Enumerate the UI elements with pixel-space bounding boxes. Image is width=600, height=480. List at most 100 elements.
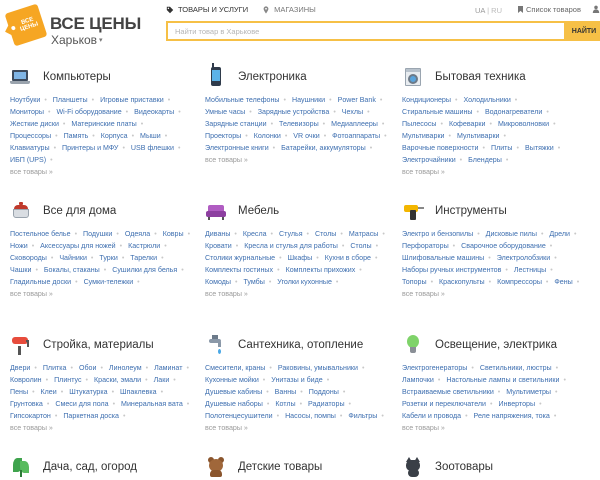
subcategory-link[interactable]: Паркетная доска — [63, 412, 119, 420]
wishlist-link[interactable]: Список товаров — [518, 5, 581, 14]
subcategory-link[interactable]: Ламинат — [154, 364, 182, 372]
subcategory-link[interactable]: Сумки-тележки — [84, 278, 134, 286]
subcategory-link[interactable]: Микроволновки — [498, 120, 549, 128]
subcategory-link[interactable]: Зарядные устройства — [258, 108, 330, 116]
subcategory-link[interactable]: Блендеры — [468, 156, 502, 164]
subcategory-link[interactable]: Встраиваемые светильники — [402, 388, 494, 396]
subcategory-link[interactable]: Кастрюли — [128, 242, 160, 250]
subcategory-link[interactable]: Память — [64, 132, 89, 140]
lang-ua[interactable]: UA — [475, 6, 485, 15]
subcategory-link[interactable]: Видеокарты — [134, 108, 174, 116]
subcategory-link[interactable]: Душевые наборы — [205, 400, 263, 408]
subcategory-link[interactable]: Корпуса — [101, 132, 128, 140]
subcategory-link[interactable]: Плинтус — [54, 376, 81, 384]
cat-icon[interactable] — [402, 456, 424, 478]
light-bulb-icon[interactable] — [402, 334, 424, 356]
search-button[interactable]: НАЙТИ — [564, 21, 600, 41]
subcategory-link[interactable]: Телевизоры — [279, 120, 319, 128]
category-title[interactable]: Бытовая техника — [435, 71, 526, 83]
subcategory-link[interactable]: Медиаплееры — [331, 120, 378, 128]
subcategory-link[interactable]: Клеи — [41, 388, 57, 396]
subcategory-link[interactable]: Кухонные мойки — [205, 376, 259, 384]
subcategory-link[interactable]: Шкафы — [288, 254, 313, 262]
subcategory-link[interactable]: Ковролин — [10, 376, 42, 384]
user-icon[interactable] — [592, 5, 600, 13]
category-title[interactable]: Мебель — [238, 205, 279, 217]
subcategory-link[interactable]: Фотоаппараты — [332, 132, 380, 140]
subcategory-link[interactable]: Полотенцесушители — [205, 412, 273, 420]
category-title[interactable]: Зоотовары — [435, 461, 493, 473]
subcategory-link[interactable]: Ковры — [163, 230, 184, 238]
subcategory-link[interactable]: Колонки — [254, 132, 281, 140]
search-input[interactable] — [168, 23, 564, 39]
subcategory-link[interactable]: Кресла и стулья для работы — [244, 242, 338, 250]
subcategory-link[interactable]: Фены — [554, 278, 572, 286]
subcategory-link[interactable]: Перфораторы — [402, 242, 449, 250]
subcategory-link[interactable]: Холодильники — [463, 96, 510, 104]
subcategory-link[interactable]: Комоды — [205, 278, 231, 286]
subcategory-link[interactable]: Материнские платы — [71, 120, 136, 128]
subcategory-link[interactable]: Диваны — [205, 230, 230, 238]
subcategory-link[interactable]: Комплекты гостиных — [205, 266, 273, 274]
subcategory-link[interactable]: Матрасы — [349, 230, 379, 238]
garden-plant-icon[interactable] — [10, 456, 32, 478]
tab-goods-services[interactable]: ТОВАРЫ И УСЛУГИ — [166, 5, 248, 14]
sofa-icon[interactable] — [205, 200, 227, 222]
subcategory-link[interactable]: Турки — [99, 254, 117, 262]
subcategory-link[interactable]: Комплекты прихожих — [286, 266, 356, 274]
subcategory-link[interactable]: Радиаторы — [308, 400, 345, 408]
subcategory-link[interactable]: Столы — [350, 242, 371, 250]
subcategory-link[interactable]: Компрессоры — [497, 278, 542, 286]
washing-machine-icon[interactable] — [402, 66, 424, 88]
category-title[interactable]: Все для дома — [43, 205, 116, 217]
subcategory-link[interactable]: Настольные лампы и светильники — [446, 376, 559, 384]
subcategory-link[interactable]: Мультиметры — [506, 388, 551, 396]
subcategory-link[interactable]: Процессоры — [10, 132, 51, 140]
laptop-icon[interactable] — [10, 66, 32, 88]
subcategory-link[interactable]: Двери — [10, 364, 30, 372]
subcategory-link[interactable]: Минеральная вата — [121, 400, 183, 408]
subcategory-link[interactable]: Уголки кухонные — [277, 278, 332, 286]
subcategory-link[interactable]: Планшеты — [53, 96, 88, 104]
subcategory-link[interactable]: Светильники, люстры — [480, 364, 552, 372]
logo-text[interactable]: ВСЕ ЦЕНЫ — [50, 14, 141, 34]
subcategory-link[interactable]: Электро и бензопилы — [402, 230, 473, 238]
subcategory-link[interactable]: Лаки — [154, 376, 170, 384]
subcategory-link[interactable]: Поддоны — [309, 388, 339, 396]
subcategory-link[interactable]: Инверторы — [498, 400, 535, 408]
subcategory-link[interactable]: Грунтовка — [10, 400, 43, 408]
category-title[interactable]: Дача, сад, огород — [43, 461, 137, 473]
subcategory-link[interactable]: Тарелки — [130, 254, 157, 262]
subcategory-link[interactable]: Одеяла — [125, 230, 150, 238]
all-products-link[interactable]: все товары » — [205, 154, 395, 166]
subcategory-link[interactable]: Power Bank — [338, 96, 376, 104]
subcategory-link[interactable]: Наборы ручных инструментов — [402, 266, 501, 274]
subcategory-link[interactable]: Пены — [10, 388, 28, 396]
category-title[interactable]: Сантехника, отопление — [238, 339, 363, 351]
all-products-link[interactable]: все товары » — [402, 288, 592, 300]
subcategory-link[interactable]: Фильтры — [348, 412, 377, 420]
subcategory-link[interactable]: Краскопульты — [439, 278, 485, 286]
subcategory-link[interactable]: Чайники — [59, 254, 87, 262]
subcategory-link[interactable]: Мыши — [140, 132, 161, 140]
subcategory-link[interactable]: Кондиционеры — [402, 96, 451, 104]
subcategory-link[interactable]: Кабели и провода — [402, 412, 461, 420]
subcategory-link[interactable]: Наушники — [292, 96, 325, 104]
lang-ru[interactable]: RU — [491, 6, 502, 15]
subcategory-link[interactable]: Электрочайники — [402, 156, 456, 164]
subcategory-link[interactable]: Дрели — [549, 230, 570, 238]
subcategory-link[interactable]: Электрогенераторы — [402, 364, 467, 372]
subcategory-link[interactable]: Электронные книги — [205, 144, 269, 152]
subcategory-link[interactable]: Шлифовальные машины — [402, 254, 484, 262]
subcategory-link[interactable]: Плиты — [491, 144, 513, 152]
subcategory-link[interactable]: Унитазы и биде — [271, 376, 322, 384]
logo-price-tag-icon[interactable]: ВСЕ ЦЕНЫ — [4, 3, 48, 47]
subcategory-link[interactable]: Игровые приставки — [100, 96, 164, 104]
subcategory-link[interactable]: Шпаклевка — [120, 388, 157, 396]
category-title[interactable]: Детские товары — [238, 461, 322, 473]
subcategory-link[interactable]: Кровати — [205, 242, 232, 250]
subcategory-link[interactable]: Кресла — [243, 230, 267, 238]
subcategory-link[interactable]: Пылесосы — [402, 120, 437, 128]
subcategory-link[interactable]: Wi-Fi оборудование — [56, 108, 121, 116]
subcategory-link[interactable]: Мультиварки — [402, 132, 445, 140]
